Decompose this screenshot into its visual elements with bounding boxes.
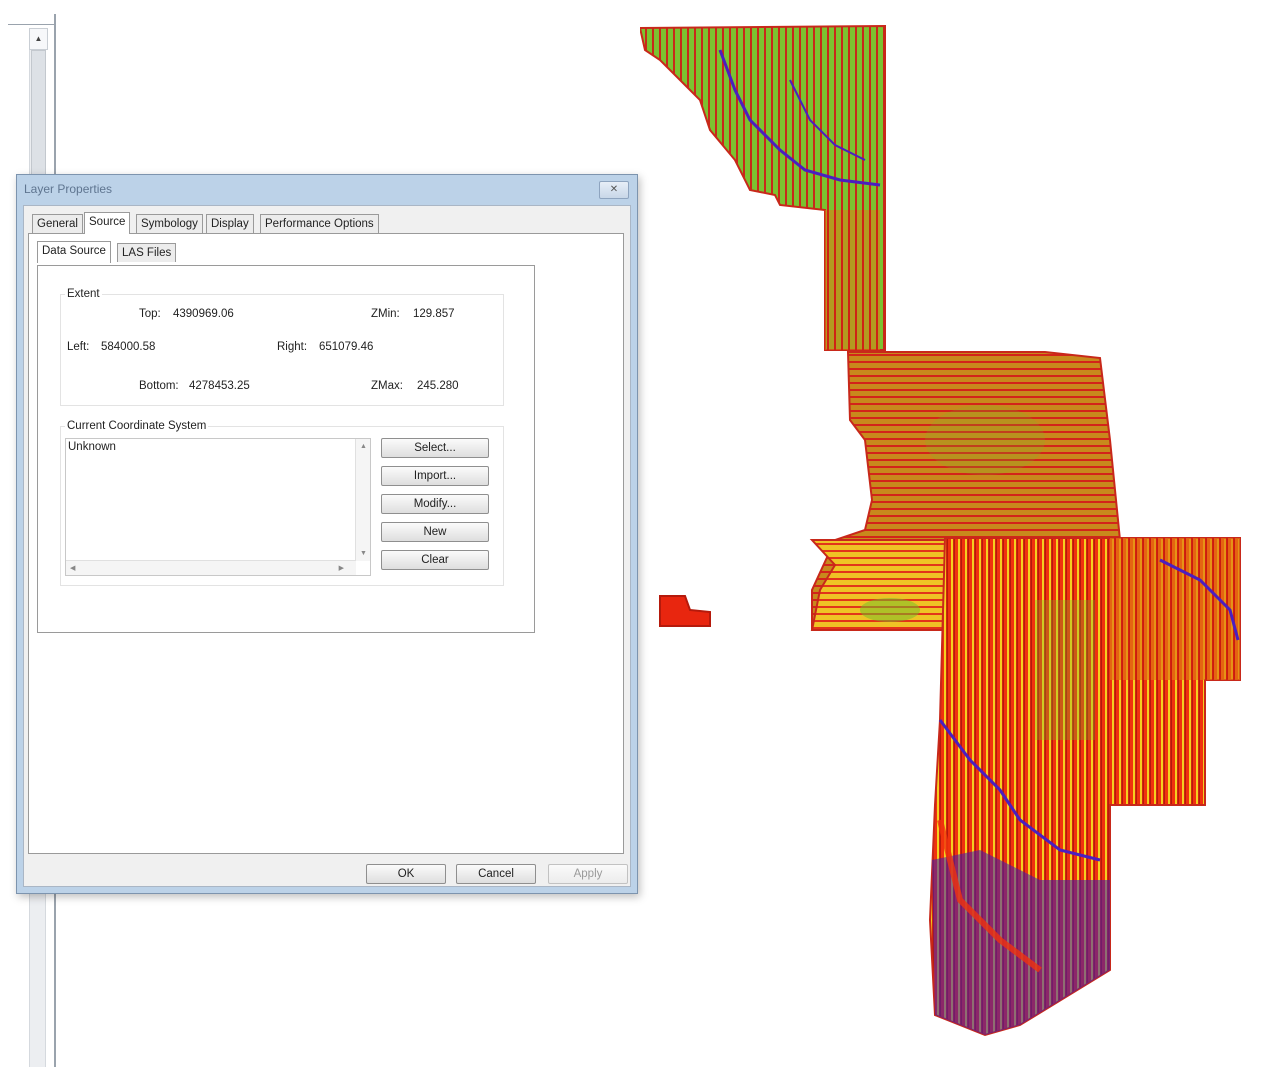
close-icon[interactable]: ✕ [599, 181, 629, 199]
apply-button[interactable]: Apply [548, 864, 628, 884]
new-button[interactable]: New [381, 522, 489, 542]
scroll-up-icon[interactable]: ▲ [360, 443, 367, 450]
import-button[interactable]: Import... [381, 466, 489, 486]
cancel-button[interactable]: Cancel [456, 864, 536, 884]
pane-top-border [8, 24, 55, 25]
subtab-data-source[interactable]: Data Source [37, 241, 111, 263]
lidar-map-view[interactable] [640, 20, 1250, 1050]
lidar-tiles-svg [640, 24, 1241, 1037]
bottom-value: 4278453.25 [189, 380, 250, 392]
scroll-left-icon[interactable]: ◀ [70, 564, 75, 572]
tab-performance-options[interactable]: Performance Options [260, 214, 379, 233]
source-tab-page: Data Source LAS Files Extent Top: 439096… [28, 233, 624, 854]
right-label: Right: [277, 341, 308, 353]
ok-button[interactable]: OK [366, 864, 446, 884]
select-button[interactable]: Select... [381, 438, 489, 458]
textbox-horizontal-scrollbar[interactable]: ◀ ▶ [66, 560, 356, 575]
zmax-label: ZMax: [371, 380, 403, 392]
bottom-label: Bottom: [139, 380, 179, 392]
top-label: Top: [139, 308, 161, 320]
zmin-value: 129.857 [413, 308, 455, 320]
left-value: 584000.58 [101, 341, 156, 353]
modify-button[interactable]: Modify... [381, 494, 489, 514]
subtab-las-files[interactable]: LAS Files [117, 243, 177, 262]
coordinate-system-group: Current Coordinate System Unknown ▲ ▼ ◀ … [60, 420, 504, 586]
scroll-down-icon[interactable]: ▼ [360, 550, 367, 557]
right-value: 651079.46 [319, 341, 374, 353]
dialog-client-area: General Source Symbology Display Perform… [23, 205, 631, 887]
tab-source[interactable]: Source [84, 212, 131, 234]
dialog-title: Layer Properties [24, 182, 113, 196]
coordinate-system-value: Unknown [68, 441, 116, 453]
extent-legend: Extent [67, 288, 100, 300]
tab-general[interactable]: General [32, 214, 83, 233]
top-value: 4390969.06 [173, 308, 234, 320]
tab-display[interactable]: Display [206, 214, 254, 233]
scroll-right-icon[interactable]: ▶ [339, 564, 344, 572]
layer-properties-dialog: Layer Properties ✕ General Source Symbol… [16, 174, 638, 894]
scroll-up-arrow-icon[interactable]: ▲ [29, 28, 48, 50]
dialog-titlebar[interactable]: Layer Properties ✕ [17, 175, 637, 205]
zmin-label: ZMin: [371, 308, 400, 320]
lidar-isolated-tile [659, 595, 711, 627]
coordinate-system-legend: Current Coordinate System [67, 420, 207, 432]
textbox-vertical-scrollbar[interactable]: ▲ ▼ [355, 439, 370, 561]
clear-button[interactable]: Clear [381, 550, 489, 570]
extent-group: Extent Top: 4390969.06 ZMin: 129.857 Lef… [60, 288, 504, 406]
zmax-value: 245.280 [417, 380, 459, 392]
tab-symbology[interactable]: Symbology [136, 214, 203, 233]
left-label: Left: [67, 341, 90, 353]
lidar-north-section [640, 24, 886, 351]
coordinate-system-textbox[interactable]: Unknown ▲ ▼ ◀ ▶ [65, 438, 371, 576]
lidar-south-section [928, 537, 1241, 1037]
data-source-page: Extent Top: 4390969.06 ZMin: 129.857 Lef… [37, 265, 535, 633]
